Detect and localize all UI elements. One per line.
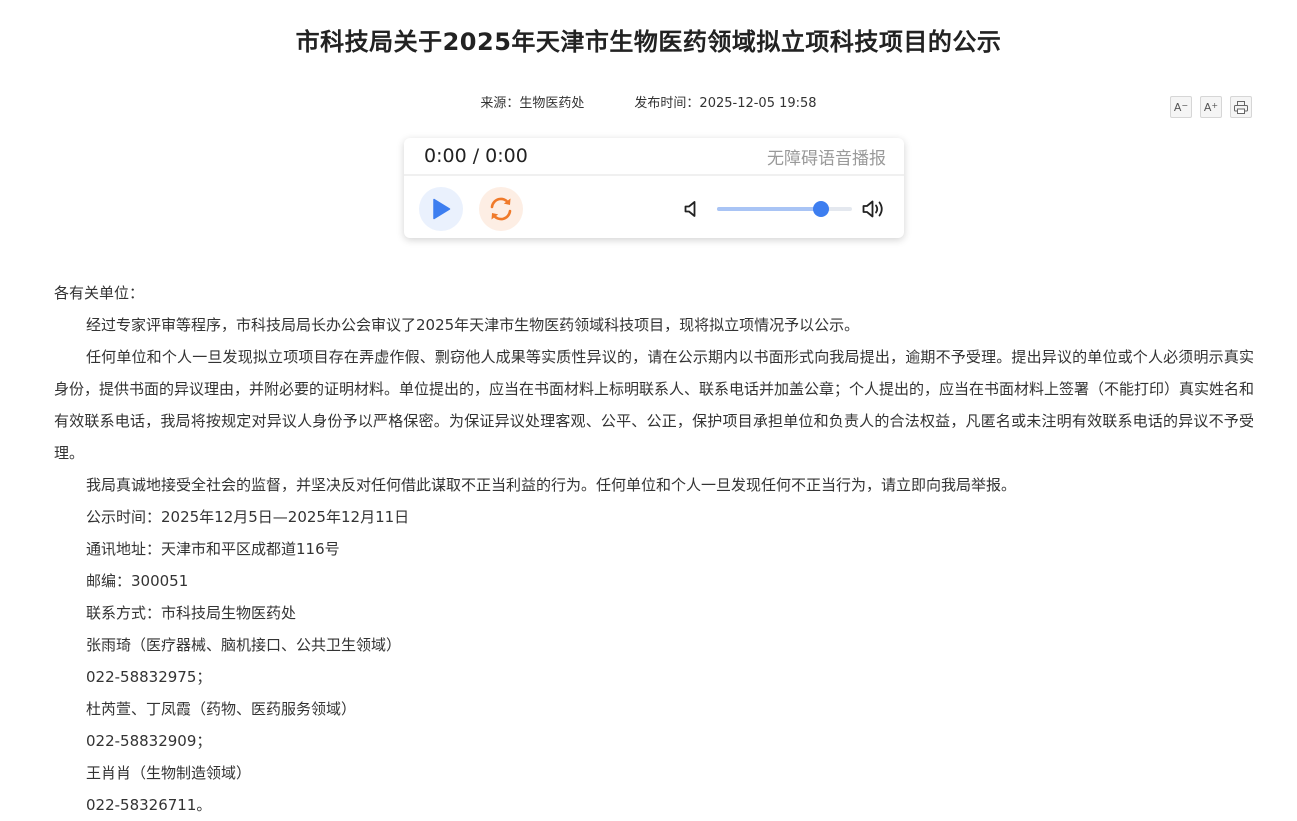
font-increase-sup: + <box>1211 100 1219 110</box>
announcement-period: 公示时间：2025年12月5日—2025年12月11日 <box>86 508 410 526</box>
play-button[interactable] <box>419 187 463 231</box>
page-title: 市科技局关于2025年天津市生物医药领域拟立项科技项目的公示 <box>295 28 1002 56</box>
font-decrease-sup: − <box>1181 100 1189 110</box>
contact-person: 张雨琦（医疗器械、脑机接口、公共卫生领域） <box>86 636 402 654</box>
font-increase-button[interactable]: A + <box>1200 96 1222 118</box>
font-decrease-button[interactable]: A − <box>1170 96 1192 118</box>
contact-phone: 022-58832909； <box>86 732 212 750</box>
volume-high-icon[interactable] <box>862 199 886 219</box>
play-icon <box>433 198 451 220</box>
contact-person: 王肖肖（生物制造领域） <box>86 764 252 782</box>
mailing-address: 通讯地址：天津市和平区成都道116号 <box>86 540 340 558</box>
print-button[interactable] <box>1230 96 1252 118</box>
contact-phone: 022-58832975； <box>86 668 212 686</box>
paragraph: 我局真诚地接受全社会的监督，并坚决反对任何借此谋取不正当利益的行为。任何单位和个… <box>86 476 1017 494</box>
player-controls <box>404 176 904 238</box>
font-increase-label: A <box>1203 100 1212 114</box>
volume-slider[interactable] <box>717 201 852 217</box>
audio-player: 0:00 / 0:00 无障碍语音播报 <box>404 138 904 238</box>
player-label: 无障碍语音播报 <box>767 148 886 169</box>
contact-person: 杜芮萱、丁凤霞（药物、医药服务领域） <box>86 700 357 718</box>
paragraph: 经过专家评审等程序，市科技局局长办公会审议了2025年天津市生物医药领域科技项目… <box>86 316 860 334</box>
font-decrease-label: A <box>1173 100 1182 114</box>
contact-phone: 022-58326711。 <box>86 796 212 814</box>
loop-button[interactable] <box>479 187 523 231</box>
article-meta: 来源：生物医药处 发布时间：2025-12-05 19:58 <box>0 92 1297 111</box>
printer-icon <box>1234 100 1248 114</box>
article-tools: A − A + <box>1170 96 1252 118</box>
salutation: 各有关单位： <box>54 284 145 302</box>
loop-icon <box>490 197 512 221</box>
postal-code: 邮编：300051 <box>86 572 189 590</box>
article-body: 各有关单位： 经过专家评审等程序，市科技局局长办公会审议了2025年天津市生物医… <box>54 277 1254 821</box>
article-source: 来源：生物医药处 <box>480 96 585 111</box>
contact-department: 联系方式：市科技局生物医药处 <box>86 604 297 622</box>
volume-low-icon[interactable] <box>684 200 700 218</box>
volume-knob[interactable] <box>812 201 829 217</box>
player-time: 0:00 / 0:00 <box>424 145 528 167</box>
volume-fill <box>717 207 821 211</box>
article-publish-time: 发布时间：2025-12-05 19:58 <box>634 96 817 111</box>
paragraph: 任何单位和个人一旦发现拟立项项目存在弄虚作假、剽窃他人成果等实质性异议的，请在公… <box>54 348 1255 462</box>
player-header: 0:00 / 0:00 无障碍语音播报 <box>404 138 904 176</box>
